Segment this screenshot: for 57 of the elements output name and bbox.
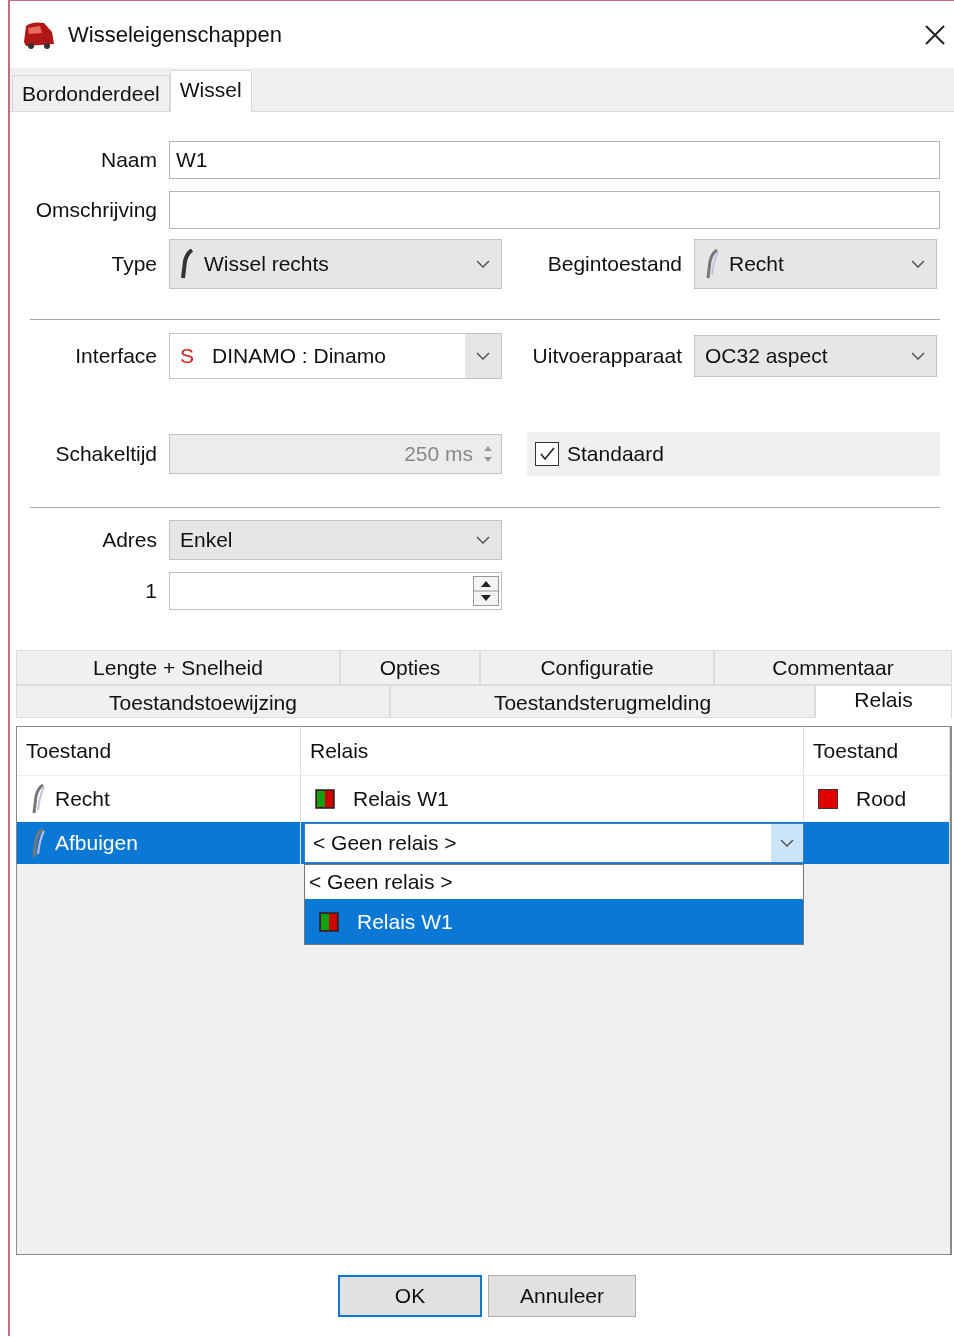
turnout-icon — [180, 249, 194, 279]
type-dropdown[interactable]: Wissel rechts — [169, 239, 502, 289]
table-cell: Rood — [856, 786, 907, 811]
turnout-icon — [705, 249, 719, 279]
dropdown-option[interactable]: < Geen relais > — [305, 865, 803, 899]
tab[interactable]: Toestandsterugmelding — [390, 685, 815, 718]
table-row[interactable]: Recht Relais W1 Rood — [17, 775, 950, 821]
initial-state-dropdown[interactable]: Recht — [694, 239, 937, 289]
field-label: Schakeltijd — [54, 442, 157, 466]
address-dropdown[interactable]: Enkel — [169, 520, 502, 560]
table-cell: Afbuigen — [55, 831, 138, 855]
window-title: Wisseleigenschappen — [68, 21, 284, 48]
address-spinbox[interactable] — [169, 572, 502, 610]
locomotive-icon — [22, 19, 56, 50]
close-icon — [924, 23, 946, 46]
field-label: Type — [110, 252, 157, 276]
field-label: Naam — [99, 148, 157, 172]
chevron-icon — [780, 839, 794, 847]
relay-icon — [315, 788, 335, 809]
dropdown-option[interactable]: Relais W1 — [305, 899, 803, 944]
field-label: Interface — [74, 344, 157, 368]
field-label: 1 — [144, 579, 157, 603]
column-header[interactable]: Relais — [301, 727, 804, 775]
field-label: Adres — [101, 528, 157, 552]
standard-checkbox[interactable]: Standaard — [535, 442, 664, 466]
relay-icon — [319, 911, 339, 932]
field-label: Uitvoerapparaat — [531, 344, 682, 368]
tab[interactable]: Wissel — [169, 70, 252, 112]
tab[interactable]: Configuratie — [480, 650, 714, 685]
ok-button[interactable]: OK — [338, 1275, 482, 1317]
chevron-icon — [911, 352, 925, 360]
relay-dropdown[interactable]: < Geen relais > — [304, 823, 804, 863]
field-label: Omschrijving — [34, 198, 157, 222]
chevron-icon — [911, 260, 925, 268]
output-device-dropdown[interactable]: OC32 aspect — [694, 335, 937, 377]
turnout-icon — [31, 783, 45, 814]
chevron-icon — [476, 536, 490, 544]
table-cell: Relais W1 — [353, 786, 449, 811]
tab[interactable]: Commentaar — [714, 650, 952, 685]
tab[interactable]: Opties — [340, 650, 480, 685]
tab[interactable]: Bordonderdeel — [12, 75, 170, 111]
chevron-icon — [476, 352, 490, 360]
interface-dropdown[interactable]: S DINAMO : Dinamo — [169, 333, 502, 379]
tab[interactable]: Toestandstoewijzing — [16, 685, 390, 718]
table-cell: Recht — [55, 786, 110, 811]
chevron-icon — [476, 260, 490, 268]
field-label: Begintoestand — [546, 252, 682, 276]
tab[interactable]: Lengte + Snelheid — [16, 650, 340, 685]
name-field[interactable]: W1 — [169, 141, 940, 179]
turnout-icon — [31, 828, 45, 858]
tab[interactable]: Relais — [815, 685, 952, 718]
spin-arrows-icon — [473, 576, 499, 606]
checkmark-icon — [538, 445, 556, 463]
column-header[interactable]: Toestand — [804, 727, 950, 775]
cancel-button[interactable]: Annuleer — [488, 1275, 636, 1317]
description-field[interactable] — [169, 191, 940, 229]
column-header[interactable]: Toestand — [17, 727, 301, 775]
